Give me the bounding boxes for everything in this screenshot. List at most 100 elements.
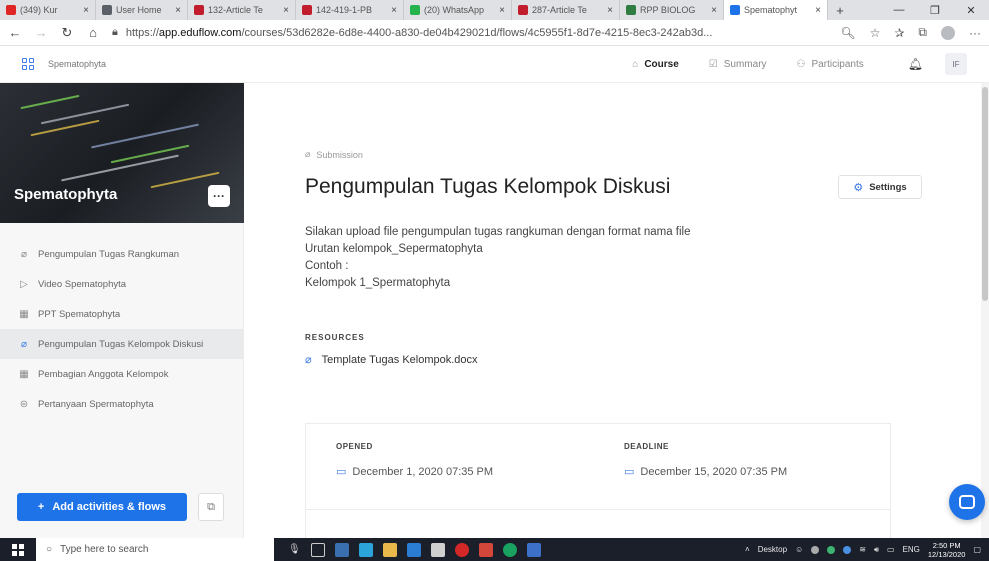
browser-tab[interactable]: (349) Kur × bbox=[0, 0, 96, 20]
browser-tab-active[interactable]: Spematophyt × bbox=[724, 0, 828, 20]
close-icon[interactable]: × bbox=[175, 5, 181, 16]
nav-summary[interactable]: ☑ Summary bbox=[709, 59, 767, 70]
favorites-icon[interactable]: ✰ bbox=[894, 26, 904, 40]
close-window-icon[interactable]: ✕ bbox=[953, 4, 989, 17]
url-field[interactable]: 🔒︎ https://app.eduflow.com/courses/53d62… bbox=[112, 26, 828, 39]
opened-value: ▭ December 1, 2020 07:35 PM bbox=[336, 465, 494, 479]
sidebar-item-ppt-spematophyta[interactable]: ▦ PPT Spematophyta bbox=[0, 299, 243, 329]
sidebar-item-label: Video Spematophyta bbox=[38, 278, 127, 290]
sidebar: Spematophyta ··· ⌀ Pengumpulan Tugas Ran… bbox=[0, 83, 244, 538]
scrollbar-thumb[interactable] bbox=[982, 87, 988, 301]
eduflow-icon bbox=[730, 5, 740, 15]
deadline-label: DEADLINE bbox=[624, 442, 669, 451]
apps-grid-icon bbox=[22, 58, 34, 70]
browser-tab[interactable]: 132-Article Te × bbox=[188, 0, 296, 20]
tab-label: User Home bbox=[116, 5, 162, 15]
brand-label: Spematophyta bbox=[48, 59, 107, 69]
sidebar-item-pertanyaan-spermatophyta[interactable]: ⊜ Pertanyaan Spermatophyta bbox=[0, 389, 243, 419]
favorite-star-icon[interactable]: ☆ bbox=[870, 26, 881, 40]
browser-tab[interactable]: (20) WhatsApp × bbox=[404, 0, 512, 20]
back-icon[interactable]: ← bbox=[8, 25, 22, 40]
page-title: Pengumpulan Tugas Kelompok Diskusi bbox=[305, 175, 671, 198]
notifications-icon[interactable]: ▢ bbox=[973, 545, 981, 554]
browser-tab[interactable]: 142-419-1-PB × bbox=[296, 0, 404, 20]
deadline-section: DEADLINE ▭ December 15, 2020 07:35 PM bbox=[624, 442, 787, 478]
desktop-label[interactable]: Desktop bbox=[758, 545, 787, 554]
activity-description: Silakan upload file pengumpulan tugas ra… bbox=[305, 224, 691, 292]
sidebar-item-pengumpulan-tugas-rangkuman[interactable]: ⌀ Pengumpulan Tugas Rangkuman bbox=[0, 239, 243, 269]
language-indicator[interactable]: ENG bbox=[903, 545, 920, 554]
refresh-icon[interactable]: ↻ bbox=[60, 25, 74, 41]
minimize-icon[interactable]: — bbox=[881, 4, 917, 17]
clock[interactable]: 2:50 PM 12/13/2020 bbox=[928, 541, 966, 559]
forward-icon[interactable]: → bbox=[34, 25, 48, 40]
opera-icon[interactable] bbox=[454, 542, 469, 557]
close-icon[interactable]: × bbox=[607, 5, 613, 16]
app-brand[interactable]: Spematophyta bbox=[22, 58, 106, 70]
search-icon: ○ bbox=[46, 544, 53, 555]
bell-icon[interactable]: 🔔︎ bbox=[908, 57, 923, 71]
add-activities-label: Add activities & flows bbox=[52, 501, 167, 513]
close-icon[interactable]: × bbox=[391, 5, 397, 16]
sidebar-item-pengumpulan-tugas-kelompok-diskusi[interactable]: ⌀ Pengumpulan Tugas Kelompok Diskusi bbox=[0, 329, 243, 359]
more-icon[interactable]: ··· bbox=[969, 26, 981, 40]
description-line: Urutan kelompok_Sepermatophyta bbox=[305, 243, 483, 255]
zoom-icon[interactable]: 🔍︎ bbox=[840, 26, 855, 40]
deadline-value: ▭ December 15, 2020 07:35 PM bbox=[624, 465, 787, 479]
settings-button[interactable]: ⚙ Settings bbox=[838, 175, 922, 199]
lock-icon: 🔒︎ bbox=[112, 26, 118, 38]
close-icon[interactable]: × bbox=[815, 5, 821, 16]
main-content: ⌀ Submission Pengumpulan Tugas Kelompok … bbox=[245, 83, 989, 538]
app-icon[interactable] bbox=[334, 542, 349, 557]
microphone-icon[interactable]: 🎙︎ bbox=[288, 544, 301, 555]
tray-icon[interactable] bbox=[811, 545, 820, 554]
people-icon[interactable]: ☺ bbox=[795, 545, 803, 554]
edge-icon[interactable] bbox=[406, 542, 421, 557]
user-avatar[interactable]: IF bbox=[945, 53, 967, 75]
taskbar-search[interactable]: ○ Type here to search bbox=[36, 538, 274, 561]
battery-icon[interactable]: ▭ bbox=[887, 545, 895, 554]
chrome-icon[interactable] bbox=[502, 542, 517, 557]
browser-tab[interactable]: User Home × bbox=[96, 0, 188, 20]
app-icon[interactable] bbox=[526, 542, 541, 557]
chat-support-button[interactable] bbox=[949, 484, 985, 520]
close-icon[interactable]: × bbox=[283, 5, 289, 16]
settings-label: Settings bbox=[869, 181, 907, 193]
description-line: Silakan upload file pengumpulan tugas ra… bbox=[305, 226, 691, 238]
file-explorer-icon[interactable] bbox=[382, 542, 397, 557]
start-button[interactable] bbox=[0, 543, 36, 556]
copy-icon[interactable]: ⧉ bbox=[198, 493, 224, 521]
close-icon[interactable]: × bbox=[83, 5, 89, 16]
sidebar-item-pembagian-anggota-kelompok[interactable]: ▦ Pembagian Anggota Kelompok bbox=[0, 359, 243, 389]
new-tab-button[interactable]: + bbox=[828, 3, 852, 18]
paperclip-icon: ⌀ bbox=[20, 248, 28, 260]
calendar-icon: ▭ bbox=[336, 466, 347, 478]
close-icon[interactable]: × bbox=[711, 5, 717, 16]
opened-date: December 1, 2020 07:35 PM bbox=[352, 465, 494, 478]
task-view-icon[interactable] bbox=[310, 542, 325, 557]
more-options-button[interactable]: ··· bbox=[208, 185, 230, 207]
wifi-icon[interactable]: ≋ bbox=[859, 545, 866, 554]
home-icon[interactable]: ⌂ bbox=[86, 25, 100, 40]
resource-link[interactable]: ⌀ Template Tugas Kelompok.docx bbox=[305, 353, 478, 367]
browser-tab[interactable]: 287-Article Te × bbox=[512, 0, 620, 20]
chevron-up-icon[interactable]: ˄ bbox=[745, 545, 750, 554]
close-icon[interactable]: × bbox=[499, 5, 505, 16]
add-activities-button[interactable]: + Add activities & flows bbox=[17, 493, 187, 521]
app-icon[interactable] bbox=[358, 542, 373, 557]
sidebar-item-video-spematophyta[interactable]: ▷ Video Spematophyta bbox=[0, 269, 243, 299]
volume-icon[interactable]: 🔊︎ bbox=[874, 545, 879, 555]
tray-icon[interactable] bbox=[843, 545, 852, 554]
collections-icon[interactable]: ⧉ bbox=[918, 25, 927, 40]
browser-tab[interactable]: RPP BIOLOG × bbox=[620, 0, 724, 20]
app-icon[interactable] bbox=[478, 542, 493, 557]
profile-avatar[interactable] bbox=[941, 25, 955, 40]
tray-icon[interactable] bbox=[827, 545, 836, 554]
maximize-icon[interactable]: ❐ bbox=[917, 4, 953, 17]
scrollbar[interactable] bbox=[981, 83, 989, 538]
nav-participants[interactable]: ⚇ Participants bbox=[797, 59, 864, 70]
play-icon: ▷ bbox=[20, 278, 28, 290]
calculator-icon[interactable] bbox=[430, 542, 445, 557]
nav-course[interactable]: ⌂ Course bbox=[632, 59, 679, 70]
nav-label: Participants bbox=[811, 58, 864, 70]
